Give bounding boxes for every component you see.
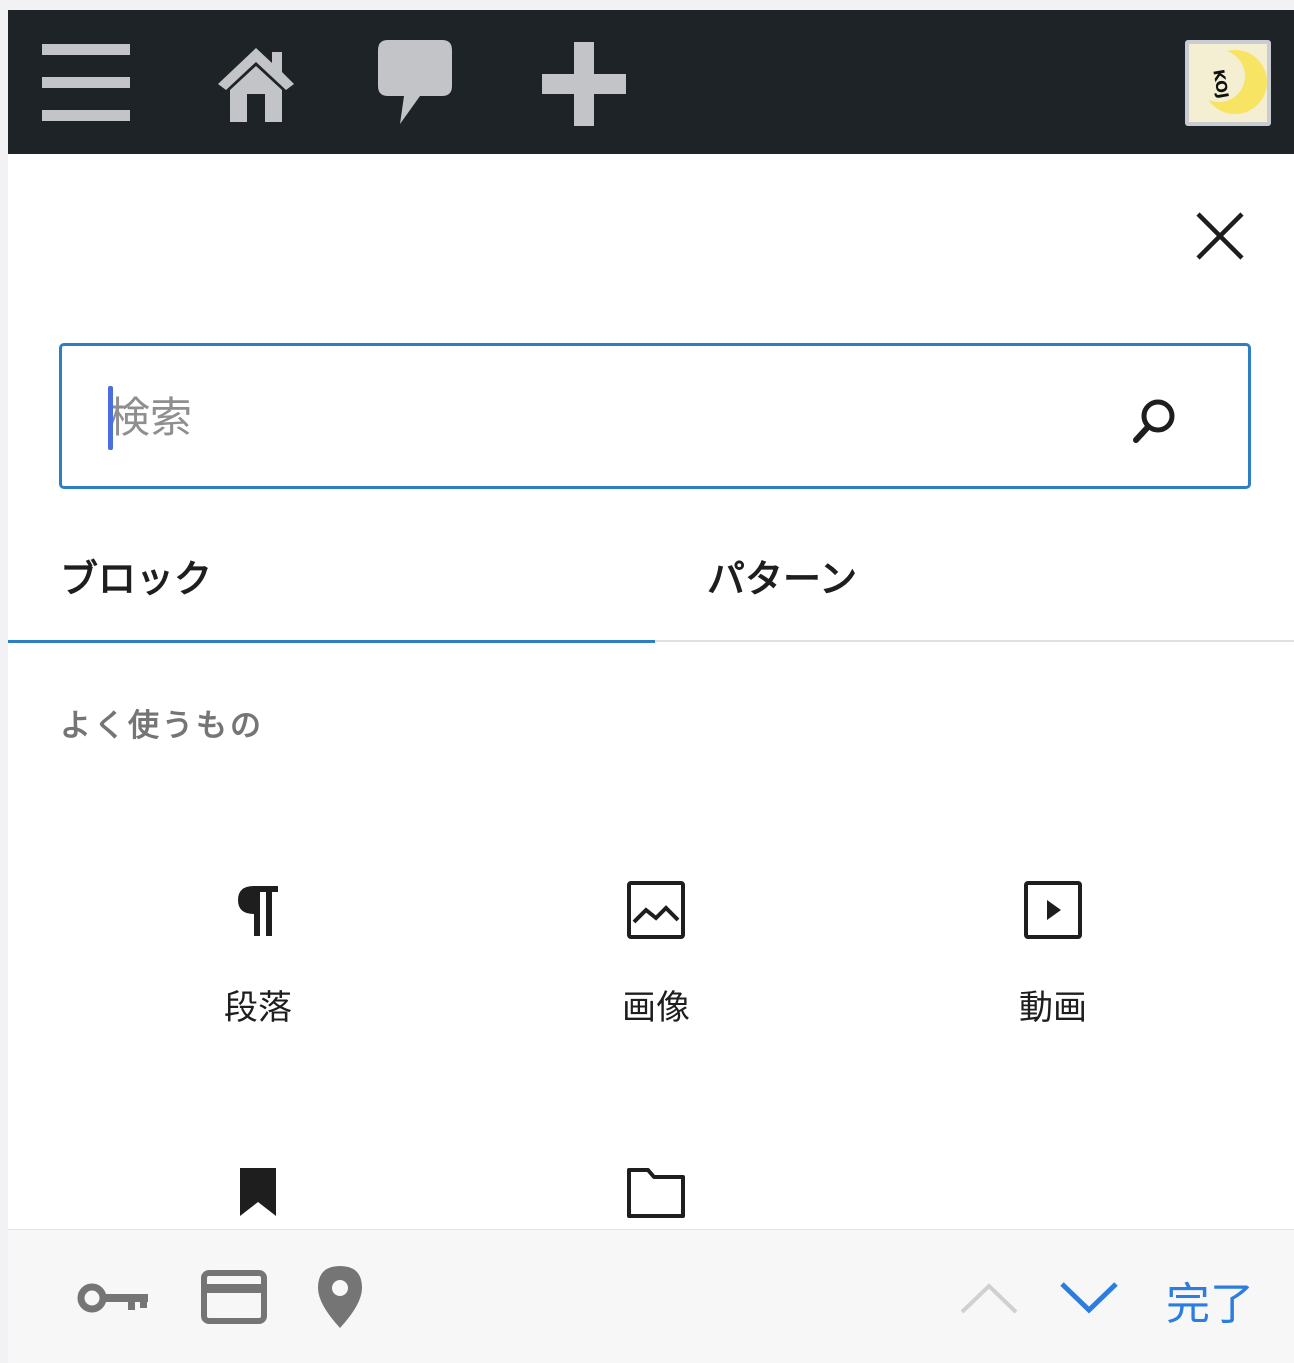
location-pin-icon[interactable] <box>314 1264 366 1330</box>
close-icon[interactable] <box>1194 210 1246 262</box>
admin-bar: KOJ <box>8 10 1294 154</box>
block-label: 動画 <box>1019 988 1087 1028</box>
tab-patterns[interactable]: パターン <box>655 530 1294 642</box>
folder-icon <box>627 1168 685 1218</box>
bookmark-icon <box>240 1168 276 1216</box>
image-icon <box>627 881 685 939</box>
key-icon[interactable] <box>76 1278 150 1318</box>
video-icon <box>1024 881 1082 939</box>
plus-icon[interactable] <box>542 42 626 126</box>
paragraph-icon <box>238 886 278 936</box>
avatar-image: KOJ <box>1189 44 1267 122</box>
block-paragraph[interactable]: 段落 <box>58 860 458 1100</box>
done-button[interactable]: 完了 <box>1166 1268 1254 1332</box>
tab-divider <box>655 640 1294 642</box>
app-frame: KOJ ブロック パターン よく使うもの 段落 画像 <box>8 10 1294 1363</box>
menu-icon[interactable] <box>42 44 132 122</box>
block-label: 画像 <box>622 988 690 1028</box>
text-caret <box>108 386 113 450</box>
block-label: 段落 <box>224 988 292 1028</box>
block-image[interactable]: 画像 <box>456 860 856 1100</box>
comment-icon[interactable] <box>378 40 452 126</box>
credit-card-icon[interactable] <box>201 1270 267 1324</box>
chevron-up-icon[interactable] <box>958 1280 1020 1316</box>
section-title: よく使うもの <box>60 708 264 744</box>
block-video[interactable]: 動画 <box>853 860 1253 1100</box>
tab-patterns-label: パターン <box>707 557 858 601</box>
keyboard-toolbar: 完了 <box>8 1229 1294 1363</box>
tab-blocks[interactable]: ブロック <box>8 530 655 642</box>
tab-blocks-label: ブロック <box>60 557 213 601</box>
search-field[interactable] <box>59 343 1251 489</box>
tab-active-indicator <box>8 640 655 643</box>
home-icon[interactable] <box>216 44 296 124</box>
search-icon[interactable] <box>1130 396 1180 446</box>
search-input[interactable] <box>106 376 1110 458</box>
chevron-down-icon[interactable] <box>1058 1278 1120 1316</box>
avatar[interactable]: KOJ <box>1185 40 1271 126</box>
